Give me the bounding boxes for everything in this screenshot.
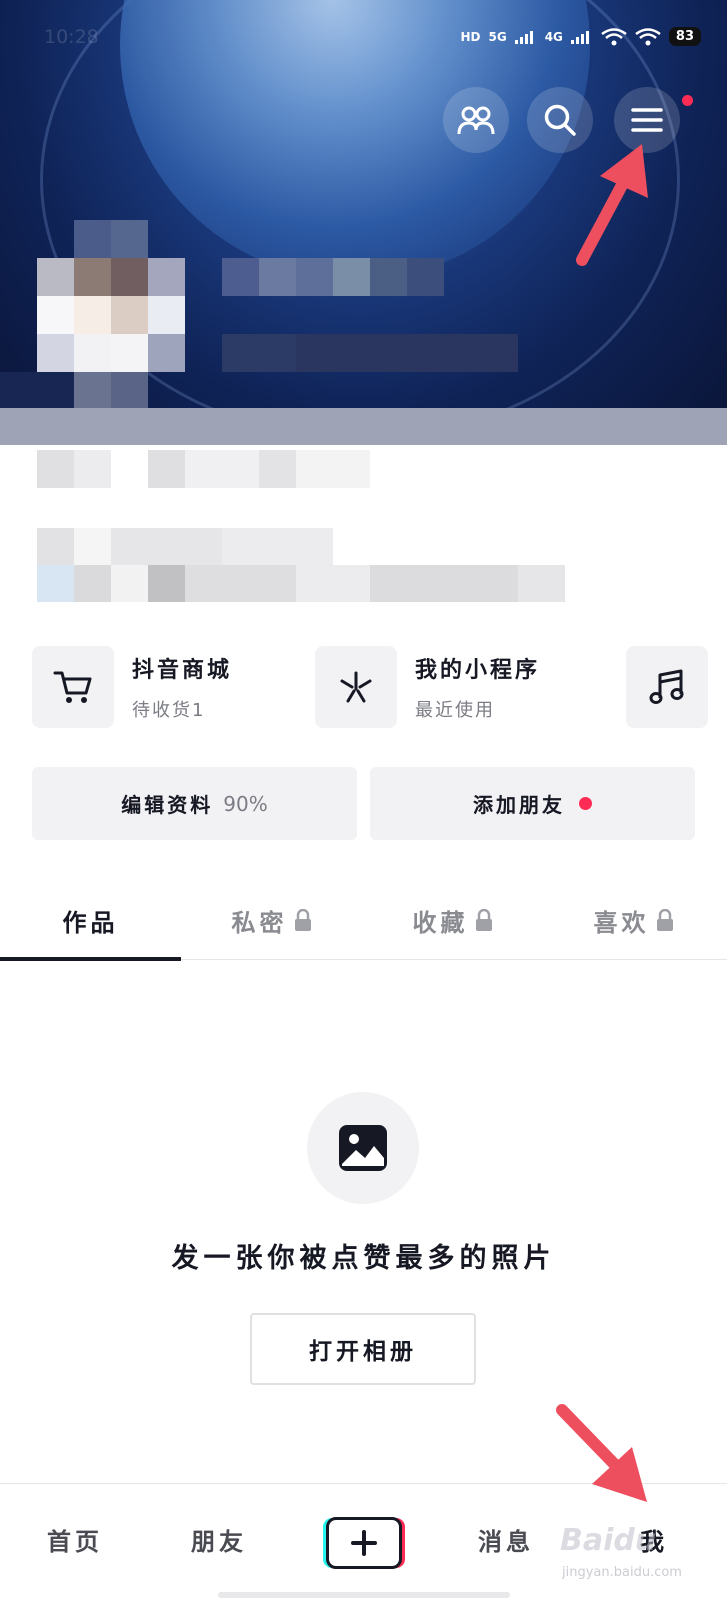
signal-icon-2 [570, 30, 589, 44]
shop-subtitle: 待收货1 [132, 700, 206, 721]
5g-indicator: 5G [488, 29, 507, 44]
empty-state-icon-circle [307, 1092, 419, 1204]
tab-likes[interactable]: 喜欢 [543, 880, 724, 960]
menu-badge-dot [682, 95, 693, 106]
open-album-button[interactable]: 打开相册 [250, 1313, 476, 1385]
nav-friends[interactable]: 朋友 [191, 1522, 247, 1557]
tab-private[interactable]: 私密 [181, 880, 362, 960]
watermark-url: jingyan.baidu.com [562, 1565, 682, 1580]
signal-icon [514, 30, 533, 44]
tab-works[interactable]: 作品 [0, 880, 181, 960]
mini-program-feature[interactable]: 我的小程序 最近使用 [315, 646, 540, 728]
wifi-icon [601, 27, 627, 45]
friends-icon [457, 106, 495, 135]
menu-button[interactable] [614, 87, 680, 153]
mini-program-subtitle: 最近使用 [415, 700, 495, 721]
cover-bottom-band [0, 408, 727, 445]
music-feature[interactable] [626, 646, 708, 728]
friends-button[interactable] [443, 87, 509, 153]
tab-private-label: 私密 [231, 908, 288, 937]
tab-works-label: 作品 [62, 908, 119, 937]
shop-feature-icon-box [32, 646, 114, 728]
edit-profile-progress: 90% [223, 791, 268, 816]
profile-tabs: 作品 私密 收藏 喜欢 [0, 880, 727, 960]
tab-favorites[interactable]: 收藏 [362, 880, 543, 960]
shop-title: 抖音商城 [132, 658, 233, 683]
lock-icon [656, 909, 673, 931]
wifi-icon-2 [635, 27, 661, 45]
bio-mosaic [0, 450, 727, 605]
4g-indicator: 4G [544, 29, 563, 44]
search-icon [544, 104, 576, 136]
shopping-cart-icon [53, 671, 92, 703]
mini-program-title: 我的小程序 [415, 658, 541, 683]
music-note-icon [649, 669, 684, 704]
search-button[interactable] [527, 87, 593, 153]
mini-program-icon [340, 671, 372, 703]
active-tab-indicator [0, 957, 181, 961]
plus-icon [351, 1530, 377, 1556]
lock-icon [294, 909, 311, 931]
edit-profile-button[interactable]: 编辑资料 90% [32, 767, 357, 840]
status-time: 10:28 [44, 26, 99, 48]
lock-icon [475, 909, 492, 931]
status-bar: 10:28 HD 5G 4G 83 [0, 0, 727, 76]
watermark-logo: Baidu [560, 1523, 657, 1558]
status-icons: HD 5G 4G 83 [460, 27, 701, 46]
create-button[interactable] [326, 1517, 402, 1569]
music-icon-box [626, 646, 708, 728]
nav-messages[interactable]: 消息 [478, 1522, 534, 1557]
mini-program-icon-box [315, 646, 397, 728]
tab-likes-label: 喜欢 [593, 908, 650, 937]
add-friend-label: 添加朋友 [473, 793, 565, 817]
add-friend-button[interactable]: 添加朋友 [370, 767, 695, 840]
hd-indicator: HD [460, 29, 481, 44]
battery-level: 83 [668, 27, 701, 46]
tab-favorites-label: 收藏 [412, 908, 469, 937]
image-icon [339, 1125, 387, 1171]
home-indicator[interactable] [218, 1592, 510, 1598]
nav-home[interactable]: 首页 [47, 1522, 103, 1557]
edit-profile-label: 编辑资料 [121, 793, 214, 817]
avatar-mosaic[interactable] [0, 220, 727, 410]
add-friend-badge-dot [579, 797, 592, 810]
menu-icon [631, 108, 663, 132]
shop-feature[interactable]: 抖音商城 待收货1 [32, 646, 232, 728]
empty-state-title: 发一张你被点赞最多的照片 [171, 1243, 556, 1274]
